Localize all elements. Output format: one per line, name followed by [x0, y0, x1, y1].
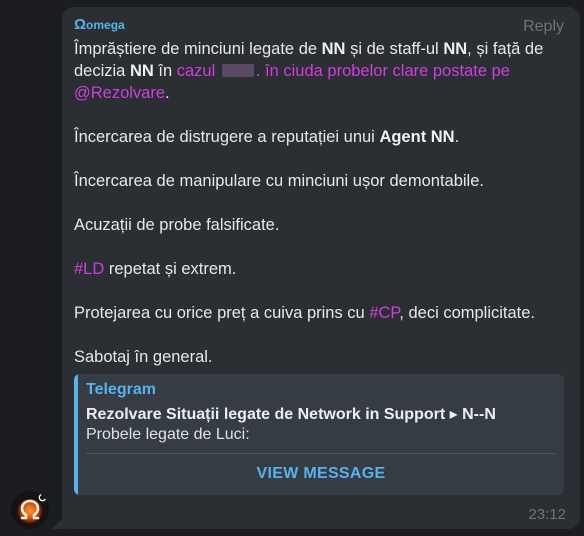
redacted-block [221, 64, 254, 77]
paragraph-1: Împrăștiere de minciuni legate de NN și … [74, 38, 574, 104]
sender-name-text: omega [86, 18, 125, 32]
preview-title: Rezolvare Situații legate de Network in … [86, 406, 496, 423]
avatar[interactable] [11, 491, 49, 529]
bold-text: NN [129, 62, 154, 80]
preview-site-name: Telegram [86, 381, 156, 398]
text: Împrăștiere de minciuni legate de [74, 40, 322, 58]
preview-description: Probele legate de Luci: [86, 426, 250, 443]
link-preview-card[interactable]: Telegram Rezolvare Situații legate de Ne… [74, 374, 564, 495]
paragraph-5: #LD repetat și extrem. [74, 258, 574, 280]
text: Încercarea de distrugere a reputației un… [74, 128, 380, 146]
paragraph-3: Încercarea de manipulare cu minciuni ușo… [74, 172, 484, 190]
view-message-button[interactable]: VIEW MESSAGE [78, 458, 564, 490]
hashtag-cp[interactable]: #CP [369, 304, 399, 322]
text: în [153, 62, 177, 80]
omega-logo-icon [11, 491, 49, 529]
preview-divider [86, 453, 556, 454]
paragraph-2: Încercarea de distrugere a reputației un… [74, 126, 574, 148]
bold-text: NN [443, 40, 468, 58]
text: repetat și extrem. [104, 260, 237, 278]
text: și de staff-ul [345, 40, 444, 58]
paragraph-6: Protejarea cu orice preț a cuiva prins c… [74, 302, 574, 324]
paragraph-7: Sabotaj în general. [74, 348, 213, 366]
text: . [165, 84, 170, 102]
bold-text: NN [321, 40, 346, 58]
message-time: 23:12 [528, 506, 566, 523]
message-text: Împrăștiere de minciuni legate de NN și … [74, 38, 574, 368]
text: Protejarea cu orice preț a cuiva prins c… [74, 304, 370, 322]
paragraph-4: Acuzații de probe falsificate. [74, 216, 280, 234]
reply-button[interactable]: Reply [523, 18, 564, 36]
hashtag-ld[interactable]: #LD [74, 260, 104, 278]
text: , deci complicitate. [399, 304, 536, 322]
text: . [454, 128, 460, 146]
sender-name[interactable]: Ωomega [74, 16, 125, 33]
message-bubble: Ωomega Reply Împrăștiere de minciuni leg… [62, 7, 580, 529]
case-link[interactable]: cazul [177, 62, 216, 80]
bubble-tail [52, 511, 70, 529]
sender-glyph: Ω [74, 16, 87, 33]
bold-text: Agent NN [379, 128, 455, 146]
